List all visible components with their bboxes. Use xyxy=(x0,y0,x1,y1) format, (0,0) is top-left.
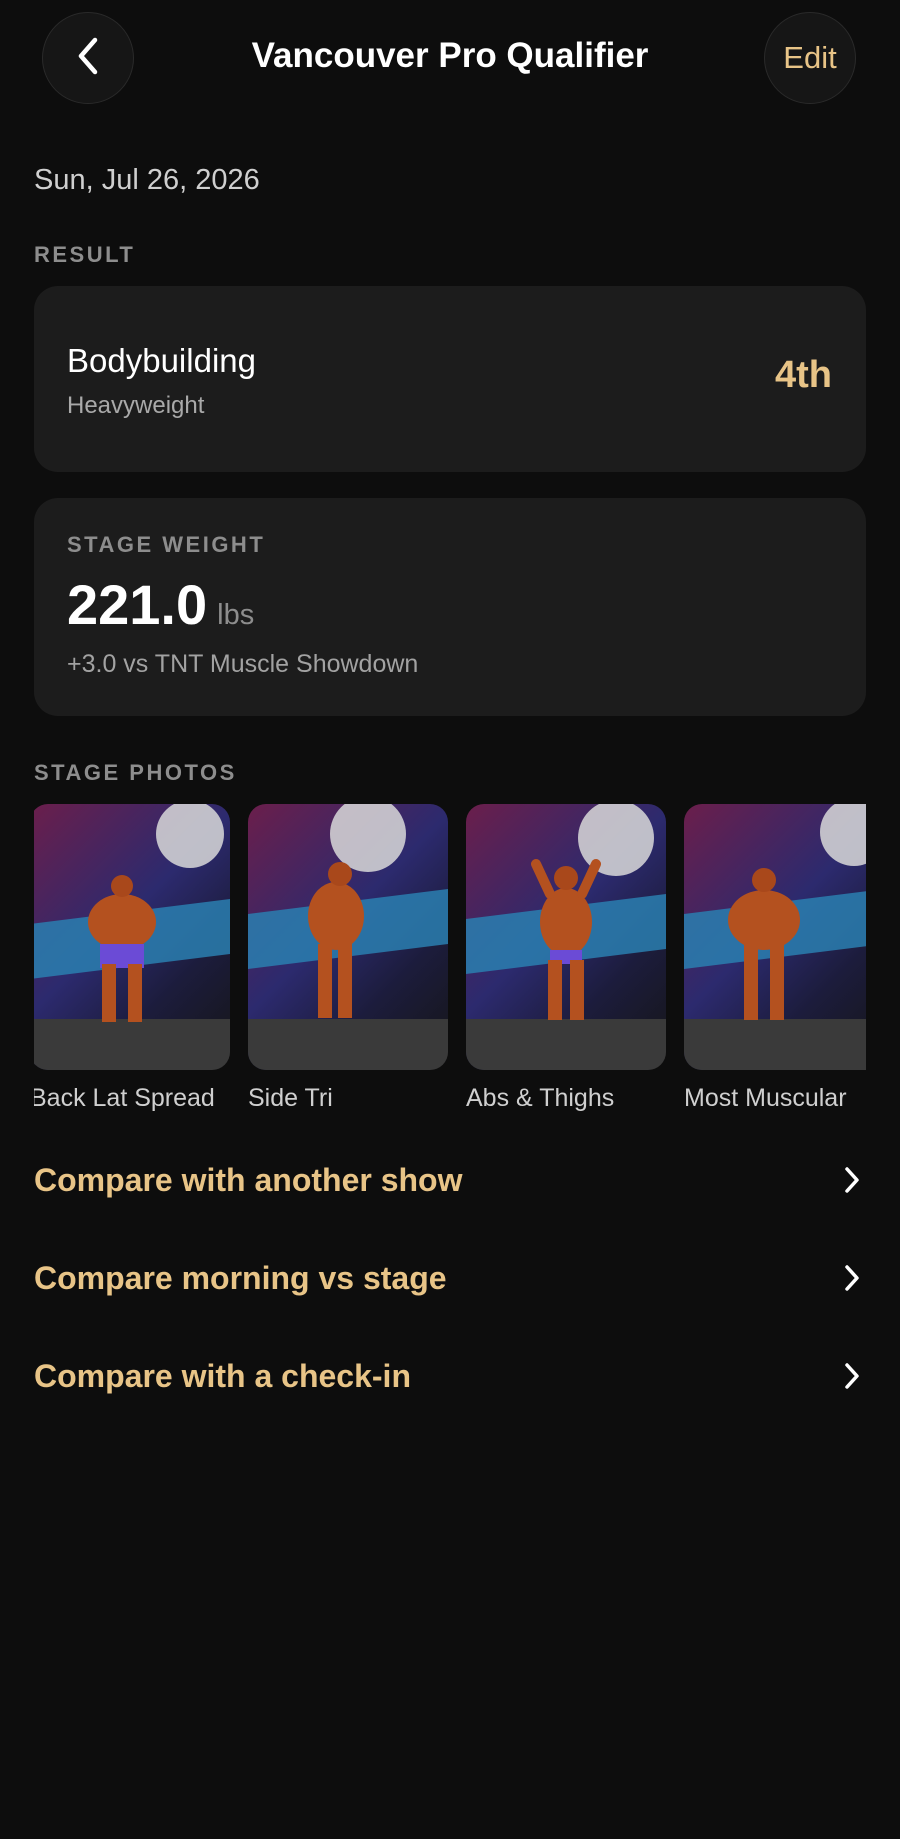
stage-photos-section-label: STAGE PHOTOS xyxy=(34,760,237,785)
stage-weight-card: STAGE WEIGHT 221.0 lbs +3.0 vs TNT Muscl… xyxy=(34,498,866,716)
class-name: Heavyweight xyxy=(67,392,205,419)
result-card[interactable]: Bodybuilding Heavyweight 4th xyxy=(34,286,866,472)
edit-button[interactable]: Edit xyxy=(764,12,856,104)
compare-check-in-label: Compare with a check-in xyxy=(34,1357,411,1394)
stage-photo-item[interactable]: Back Lat Spread xyxy=(34,804,230,1113)
stage-photo-label: Back Lat Spread xyxy=(34,1084,215,1112)
stage-weight-value-row: 221.0 lbs xyxy=(67,572,254,637)
compare-another-show-label: Compare with another show xyxy=(34,1161,463,1198)
stage-photo-item[interactable]: Side Tri xyxy=(248,804,448,1113)
stage-photo-image xyxy=(684,804,866,1070)
compare-another-show-row[interactable]: Compare with another show xyxy=(34,1150,866,1210)
stage-photo-item[interactable]: Most Muscular xyxy=(684,804,866,1113)
stage-photo-label: Side Tri xyxy=(248,1084,333,1112)
stage-photo-item[interactable]: Abs & Thighs xyxy=(466,804,666,1113)
chevron-right-icon xyxy=(838,1264,866,1292)
compare-morning-stage-row[interactable]: Compare morning vs stage xyxy=(34,1248,866,1308)
stage-weight-value: 221.0 xyxy=(67,573,208,636)
stage-photo-image xyxy=(248,804,448,1070)
stage-weight-label: STAGE WEIGHT xyxy=(67,532,266,557)
stage-weight-unit: lbs xyxy=(217,599,255,631)
chevron-right-icon xyxy=(838,1166,866,1194)
placing-badge: 4th xyxy=(775,354,832,396)
stage-photo-image xyxy=(34,804,230,1070)
compare-morning-stage-label: Compare morning vs stage xyxy=(34,1259,447,1296)
stage-weight-delta: +3.0 vs TNT Muscle Showdown xyxy=(67,650,419,678)
chevron-right-icon xyxy=(838,1362,866,1390)
compare-check-in-row[interactable]: Compare with a check-in xyxy=(34,1346,866,1406)
stage-photo-image xyxy=(466,804,666,1070)
show-date: Sun, Jul 26, 2026 xyxy=(34,164,260,196)
stage-photo-label: Most Muscular xyxy=(684,1084,847,1112)
top-bar: Vancouver Pro Qualifier Edit xyxy=(0,0,900,118)
result-section-label: RESULT xyxy=(34,242,136,267)
division-name: Bodybuilding xyxy=(67,342,256,379)
stage-photos-carousel[interactable]: Back Lat Spread Side Tri Abs & Thighs Mo… xyxy=(34,804,866,1114)
stage-photo-label: Abs & Thighs xyxy=(466,1084,615,1112)
